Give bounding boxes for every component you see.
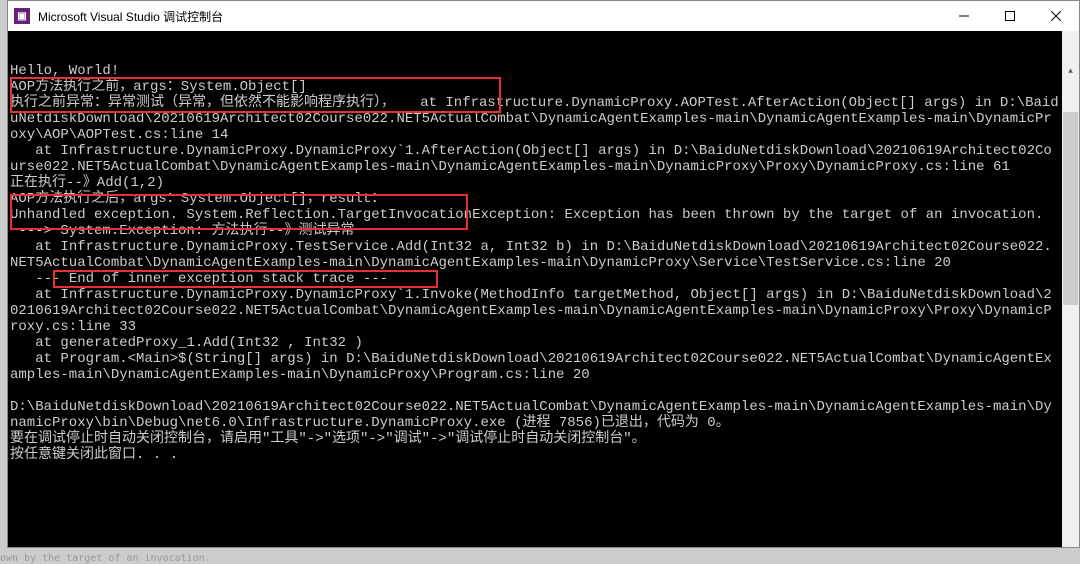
console-line: at generatedProxy_1.Add(Int32 , Int32 ) xyxy=(10,335,1060,351)
console-line xyxy=(10,383,1060,399)
background-text-fragment: own by the target of an invocation. xyxy=(0,553,211,564)
console-line: 正在执行--》Add(1,2) xyxy=(10,175,1060,191)
console-line: 要在调试停止时自动关闭控制台，请启用"工具"->"选项"->"调试"->"调试停… xyxy=(10,431,1060,447)
scroll-thumb[interactable] xyxy=(1063,112,1078,305)
app-window: ▣ Microsoft Visual Studio 调试控制台 Hello, W… xyxy=(7,0,1080,548)
console-line: at Infrastructure.DynamicProxy.DynamicPr… xyxy=(10,143,1060,175)
console-line: at Infrastructure.DynamicProxy.TestServi… xyxy=(10,239,1060,271)
console-line: Unhandled exception. System.Reflection.T… xyxy=(10,207,1060,223)
console-line: D:\BaiduNetdiskDownload\20210619Architec… xyxy=(10,399,1060,431)
window-controls xyxy=(941,1,1079,31)
console-line: at Infrastructure.DynamicProxy.DynamicPr… xyxy=(10,287,1060,335)
close-button[interactable] xyxy=(1033,1,1079,31)
titlebar: ▣ Microsoft Visual Studio 调试控制台 xyxy=(8,1,1079,31)
console-line: --- End of inner exception stack trace -… xyxy=(10,271,1060,287)
console-line: AOP方法执行之后，args：System.Object[]，result： xyxy=(10,191,1060,207)
minimize-button[interactable] xyxy=(941,1,987,31)
maximize-button[interactable] xyxy=(987,1,1033,31)
app-icon: ▣ xyxy=(14,8,30,24)
console-line: Hello, World! xyxy=(10,63,1060,79)
console-line: ---> System.Exception: 方法执行--》测试异常 xyxy=(10,223,1060,239)
console-line: 按任意键关闭此窗口. . . xyxy=(10,447,1060,463)
scroll-up-button[interactable]: ▲ xyxy=(1062,63,1079,80)
console-output[interactable]: Hello, World!AOP方法执行之前，args：System.Objec… xyxy=(8,31,1079,547)
console-line: 执行之前异常：异常测试（异常，但依然不能影响程序执行）， at Infrastr… xyxy=(10,95,1060,143)
vertical-scrollbar[interactable]: ▲ ▼ xyxy=(1062,31,1079,547)
scroll-track[interactable] xyxy=(1062,112,1079,547)
console-line: at Program.<Main>$(String[] args) in D:\… xyxy=(10,351,1060,383)
window-title: Microsoft Visual Studio 调试控制台 xyxy=(38,8,941,25)
console-line: AOP方法执行之前，args：System.Object[] xyxy=(10,79,1060,95)
